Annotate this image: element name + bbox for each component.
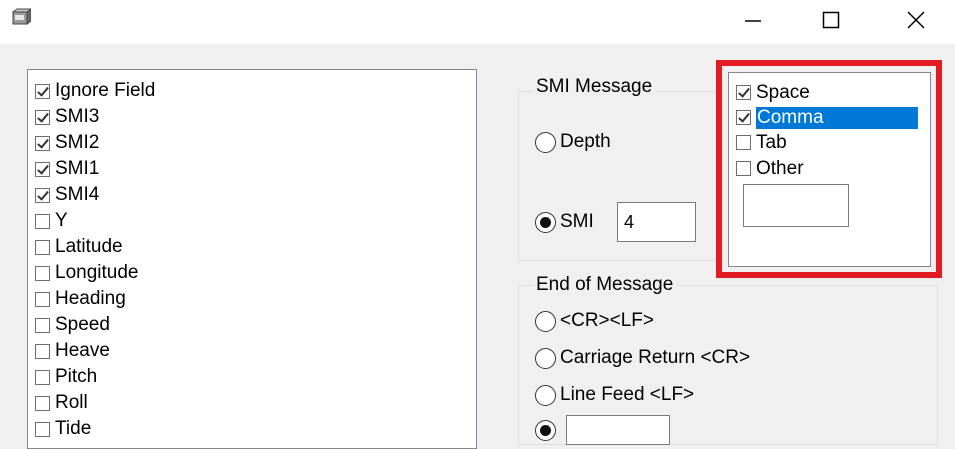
eom-custom-input[interactable] xyxy=(566,415,670,445)
checkbox[interactable] xyxy=(35,369,50,385)
field-label: Latitude xyxy=(55,236,123,257)
checkbox[interactable] xyxy=(35,317,50,333)
highlight-box xyxy=(716,60,942,278)
eom-option-label: Carriage Return <CR> xyxy=(560,347,751,368)
field-label: Y xyxy=(55,210,68,231)
field-label: SMI4 xyxy=(55,184,100,205)
eom-option-line-feed[interactable]: Line Feed <LF> xyxy=(535,384,694,406)
field-label: SMI1 xyxy=(55,158,100,179)
checkbox[interactable] xyxy=(35,187,50,203)
checkbox[interactable] xyxy=(35,343,50,359)
checkbox[interactable] xyxy=(35,239,50,255)
maximize-button[interactable] xyxy=(802,0,860,44)
end-of-message-title: End of Message xyxy=(532,274,678,296)
field-label: Tide xyxy=(55,418,92,439)
eom-option-label: <CR><LF> xyxy=(560,310,654,331)
field-item-smi1[interactable]: SMI1 xyxy=(35,156,99,182)
field-label: Roll xyxy=(55,392,88,413)
smi-radio[interactable] xyxy=(535,211,556,233)
eom-option-label: Line Feed <LF> xyxy=(560,384,695,405)
eom-radio[interactable] xyxy=(535,384,556,406)
field-label: Heading xyxy=(55,288,126,309)
field-item-ignore-field[interactable]: Ignore Field xyxy=(35,78,155,104)
eom-option-cr-lf[interactable]: <CR><LF> xyxy=(535,310,654,332)
field-item-roll[interactable]: Roll xyxy=(35,390,88,416)
eom-option-carriage-return[interactable]: Carriage Return <CR> xyxy=(535,347,750,369)
field-item-latitude[interactable]: Latitude xyxy=(35,234,123,260)
minimize-button[interactable] xyxy=(724,0,782,44)
close-icon xyxy=(906,10,926,35)
field-item-smi3[interactable]: SMI3 xyxy=(35,104,99,130)
maximize-icon xyxy=(821,10,841,35)
field-item-heave[interactable]: Heave xyxy=(35,338,110,364)
field-label: Speed xyxy=(55,314,110,335)
field-label: Pitch xyxy=(55,366,98,387)
minimize-icon xyxy=(743,10,763,35)
eom-radio[interactable] xyxy=(535,420,556,441)
field-item-smi2[interactable]: SMI2 xyxy=(35,130,99,156)
field-label: SMI2 xyxy=(55,132,100,153)
checkbox[interactable] xyxy=(35,83,50,99)
smi-radio-option[interactable]: SMI xyxy=(535,211,594,233)
eom-option-custom[interactable] xyxy=(535,420,560,441)
field-item-heading[interactable]: Heading xyxy=(35,286,126,312)
checkbox[interactable] xyxy=(35,395,50,411)
smi-label: SMI xyxy=(560,211,594,232)
checkbox[interactable] xyxy=(35,135,50,151)
eom-radio[interactable] xyxy=(535,347,556,369)
depth-label: Depth xyxy=(560,131,611,152)
checkbox[interactable] xyxy=(35,161,50,177)
field-item-longitude[interactable]: Longitude xyxy=(35,260,138,286)
field-label: Longitude xyxy=(55,262,139,283)
eom-radio[interactable] xyxy=(535,310,556,332)
field-item-tide[interactable]: Tide xyxy=(35,416,91,442)
checkbox[interactable] xyxy=(35,213,50,229)
depth-radio[interactable] xyxy=(535,131,556,153)
checkbox[interactable] xyxy=(35,265,50,281)
fields-checklist[interactable]: Ignore Field SMI3 SMI2 SMI1 SMI4 Y Latit… xyxy=(27,69,477,449)
close-button[interactable] xyxy=(887,0,945,44)
field-label: Heave xyxy=(55,340,110,361)
checkbox[interactable] xyxy=(35,291,50,307)
smi-value-input[interactable]: 4 xyxy=(617,202,696,242)
title-bar xyxy=(0,0,955,44)
field-item-speed[interactable]: Speed xyxy=(35,312,110,338)
checkbox[interactable] xyxy=(35,109,50,125)
field-label: Ignore Field xyxy=(55,80,156,101)
checkbox[interactable] xyxy=(35,421,50,437)
application-icon xyxy=(11,8,33,26)
depth-radio-option[interactable]: Depth xyxy=(535,131,611,153)
field-item-pitch[interactable]: Pitch xyxy=(35,364,97,390)
field-item-y[interactable]: Y xyxy=(35,208,68,234)
field-item-smi4[interactable]: SMI4 xyxy=(35,182,99,208)
smi-message-title: SMI Message xyxy=(532,76,657,98)
field-label: SMI3 xyxy=(55,106,100,127)
